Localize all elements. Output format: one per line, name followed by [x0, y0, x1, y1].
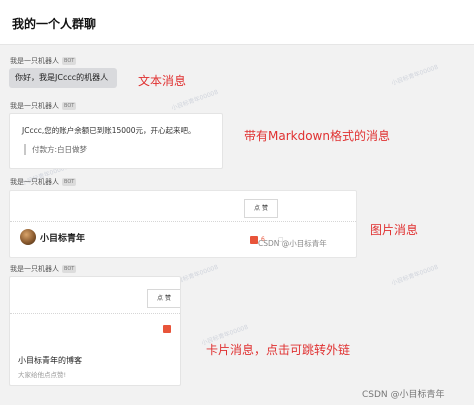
thumbs-up-icon	[163, 325, 171, 333]
sender-label: 我是一只机器人 BOT	[10, 177, 77, 187]
author-name: 小目标青年	[40, 234, 86, 244]
link-title: 小目标青年的博客	[18, 356, 82, 365]
background-watermark: 小目标青年00008	[390, 263, 440, 288]
markdown-line: JCccc,您的账户余额已到账15000元，开心起来吧。	[22, 126, 196, 135]
chat-header: 我的一个人群聊	[0, 0, 474, 45]
sender-label: 我是一只机器人 BOT	[10, 101, 77, 111]
text-message-bubble[interactable]: 你好，我是JCccc的机器人	[9, 68, 117, 88]
footer-watermark: CSDN @小目标青年	[362, 390, 445, 400]
bot-badge: BOT	[62, 57, 77, 65]
link-message-card[interactable]: 点 赞 小目标青年的博客 大家给他点点赞!	[9, 276, 181, 386]
sender-name: 我是一只机器人	[10, 102, 59, 110]
bot-badge: BOT	[62, 102, 77, 110]
markdown-message-card[interactable]: JCccc,您的账户余额已到账15000元，开心起来吧。 付款方:白日做梦	[9, 113, 223, 169]
divider	[10, 313, 180, 314]
image-watermark: CSDN @小目标青年	[258, 239, 327, 248]
like-button[interactable]: 点 赞	[147, 289, 180, 308]
image-message-card[interactable]: 点 赞 小目标青年 6 ▢ CSDN @小目标青年	[9, 190, 357, 258]
markdown-quote: 付款方:白日做梦	[24, 144, 87, 155]
bot-badge: BOT	[62, 178, 77, 186]
sender-label: 我是一只机器人 BOT	[10, 264, 77, 274]
annotation-text-message: 文本消息	[138, 74, 187, 88]
sender-name: 我是一只机器人	[10, 57, 59, 65]
avatar	[20, 229, 36, 245]
background-watermark: 小目标青年00008	[390, 63, 440, 88]
background-watermark: 小目标青年00008	[170, 88, 220, 113]
annotation-link-message: 卡片消息，点击可跳转外链	[206, 343, 351, 357]
sender-name: 我是一只机器人	[10, 178, 59, 186]
bot-badge: BOT	[62, 265, 77, 273]
sender-name: 我是一只机器人	[10, 265, 59, 273]
like-button[interactable]: 点 赞	[244, 199, 278, 218]
thumbs-up-icon	[250, 236, 258, 244]
sender-label: 我是一只机器人 BOT	[10, 56, 77, 66]
annotation-image-message: 图片消息	[370, 223, 419, 237]
divider	[10, 221, 356, 222]
annotation-markdown-message: 带有Markdown格式的消息	[244, 129, 390, 143]
group-title: 我的一个人群聊	[12, 17, 97, 31]
link-description: 大家给他点点赞!	[18, 371, 67, 379]
